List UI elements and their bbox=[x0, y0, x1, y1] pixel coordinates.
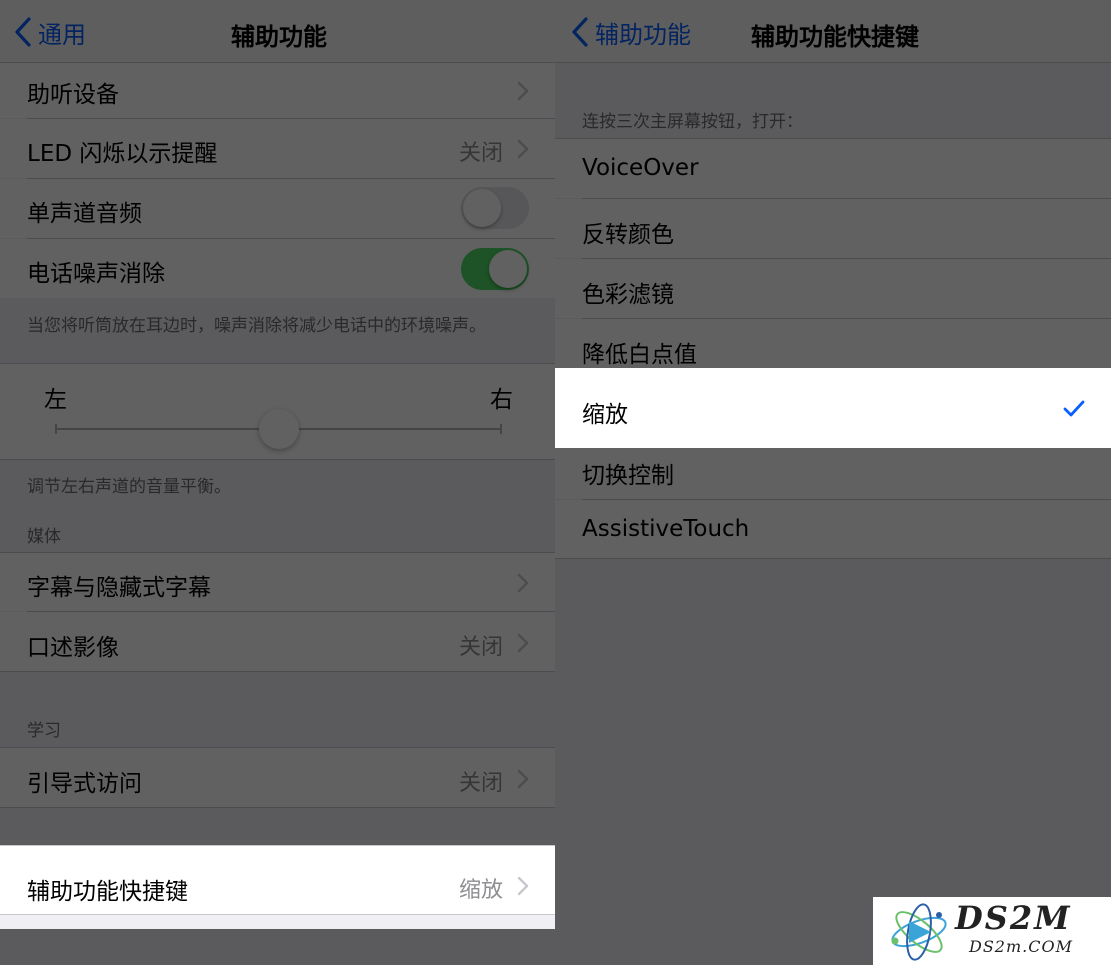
chevron-right-icon bbox=[517, 769, 529, 789]
right-nav-bar: 辅助功能 辅助功能快捷键 bbox=[555, 0, 1111, 63]
atom-logo-icon bbox=[891, 903, 947, 961]
left-nav-bar: 通用 辅助功能 bbox=[0, 0, 555, 63]
media-section-header: 媒体 bbox=[27, 527, 61, 547]
accessibility-shortcut-value: 缩放 bbox=[459, 878, 504, 903]
balance-left-label: 左 bbox=[44, 387, 67, 413]
option-switch-control[interactable]: 切换控制 bbox=[555, 448, 1111, 499]
back-chevron-icon bbox=[15, 17, 31, 47]
audio-descriptions-row[interactable]: 口述影像 关闭 bbox=[0, 612, 555, 672]
watermark-text: DS2M bbox=[955, 899, 1072, 937]
phone-noise-cancellation-row: 电话噪声消除 bbox=[0, 239, 555, 298]
chevron-right-icon bbox=[517, 573, 529, 593]
option-label: 缩放 bbox=[582, 402, 628, 428]
accessibility-settings-panel: 通用 辅助功能 助听设备 LED 闪烁以示提醒 关闭 单声道音频 电话噪声消除 … bbox=[0, 0, 555, 965]
noise-cancellation-footer: 当您将听筒放在耳边时，噪声消除将减少电话中的环境噪声。 bbox=[27, 316, 486, 336]
ds2m-watermark-logo: DS2M DS2m.COM bbox=[873, 897, 1111, 965]
back-chevron-icon bbox=[572, 17, 588, 47]
mono-audio-row: 单声道音频 bbox=[0, 179, 555, 238]
balance-slider-thumb[interactable] bbox=[259, 409, 299, 449]
option-label: 切换控制 bbox=[582, 463, 674, 489]
back-button-label: 通用 bbox=[38, 20, 86, 49]
phone-noise-cancellation-label: 电话噪声消除 bbox=[27, 261, 165, 287]
chevron-right-icon bbox=[517, 633, 529, 653]
option-label: VoiceOver bbox=[582, 155, 699, 181]
checkmark-icon bbox=[1063, 400, 1085, 417]
back-button-general[interactable]: 通用 bbox=[14, 14, 86, 50]
subtitles-captioning-label: 字幕与隐藏式字幕 bbox=[27, 575, 211, 601]
option-label: 色彩滤镜 bbox=[582, 282, 674, 308]
option-label: AssistiveTouch bbox=[582, 516, 750, 542]
back-button-label: 辅助功能 bbox=[595, 20, 691, 49]
option-zoom[interactable]: 缩放 bbox=[555, 368, 1111, 448]
chevron-right-icon bbox=[517, 139, 529, 159]
slider-tick-left bbox=[55, 424, 57, 434]
accessibility-shortcut-row[interactable]: 辅助功能快捷键 缩放 bbox=[0, 845, 555, 915]
shortcut-options-header: 连按三次主屏幕按钮，打开： bbox=[582, 112, 803, 132]
accessibility-shortcut-panel: 辅助功能 辅助功能快捷键 连按三次主屏幕按钮，打开： VoiceOver 反转颜… bbox=[555, 0, 1111, 965]
guided-access-value: 关闭 bbox=[459, 771, 504, 796]
led-flash-row[interactable]: LED 闪烁以示提醒 关闭 bbox=[0, 119, 555, 178]
phone-noise-cancellation-switch[interactable] bbox=[461, 248, 529, 290]
option-voiceover[interactable]: VoiceOver bbox=[555, 138, 1111, 198]
led-flash-value: 关闭 bbox=[459, 141, 504, 166]
accessibility-shortcut-label: 辅助功能快捷键 bbox=[27, 879, 188, 905]
hearing-devices-row[interactable]: 助听设备 bbox=[0, 63, 555, 118]
back-button-accessibility[interactable]: 辅助功能 bbox=[571, 14, 691, 50]
mono-audio-label: 单声道音频 bbox=[27, 201, 142, 227]
chevron-right-icon bbox=[517, 81, 529, 101]
option-invert-colors[interactable]: 反转颜色 bbox=[555, 199, 1111, 258]
guided-access-row[interactable]: 引导式访问 关闭 bbox=[0, 747, 555, 808]
subtitles-captioning-row[interactable]: 字幕与隐藏式字幕 bbox=[0, 552, 555, 611]
balance-slider-row: 左 右 bbox=[0, 363, 555, 460]
option-assistivetouch[interactable]: AssistiveTouch bbox=[555, 500, 1111, 559]
led-flash-label: LED 闪烁以示提醒 bbox=[27, 141, 218, 167]
hearing-devices-label: 助听设备 bbox=[27, 82, 119, 108]
chevron-right-icon bbox=[517, 876, 529, 896]
option-label: 反转颜色 bbox=[582, 222, 674, 248]
option-label: 降低白点值 bbox=[582, 342, 697, 368]
mono-audio-switch[interactable] bbox=[461, 187, 529, 229]
audio-descriptions-value: 关闭 bbox=[459, 635, 504, 660]
option-color-filters[interactable]: 色彩滤镜 bbox=[555, 259, 1111, 318]
switch-knob bbox=[463, 189, 501, 227]
audio-descriptions-label: 口述影像 bbox=[27, 635, 119, 661]
switch-knob bbox=[489, 250, 527, 288]
balance-footer: 调节左右声道的音量平衡。 bbox=[27, 477, 231, 497]
page-title: 辅助功能 bbox=[231, 23, 327, 51]
balance-right-label: 右 bbox=[490, 387, 513, 413]
page-title: 辅助功能快捷键 bbox=[751, 23, 919, 51]
watermark-subtext: DS2m.COM bbox=[969, 937, 1073, 956]
slider-tick-right bbox=[500, 424, 502, 434]
dim-overlay-bottom bbox=[0, 929, 555, 965]
learning-section-header: 学习 bbox=[27, 721, 61, 741]
guided-access-label: 引导式访问 bbox=[27, 771, 142, 797]
